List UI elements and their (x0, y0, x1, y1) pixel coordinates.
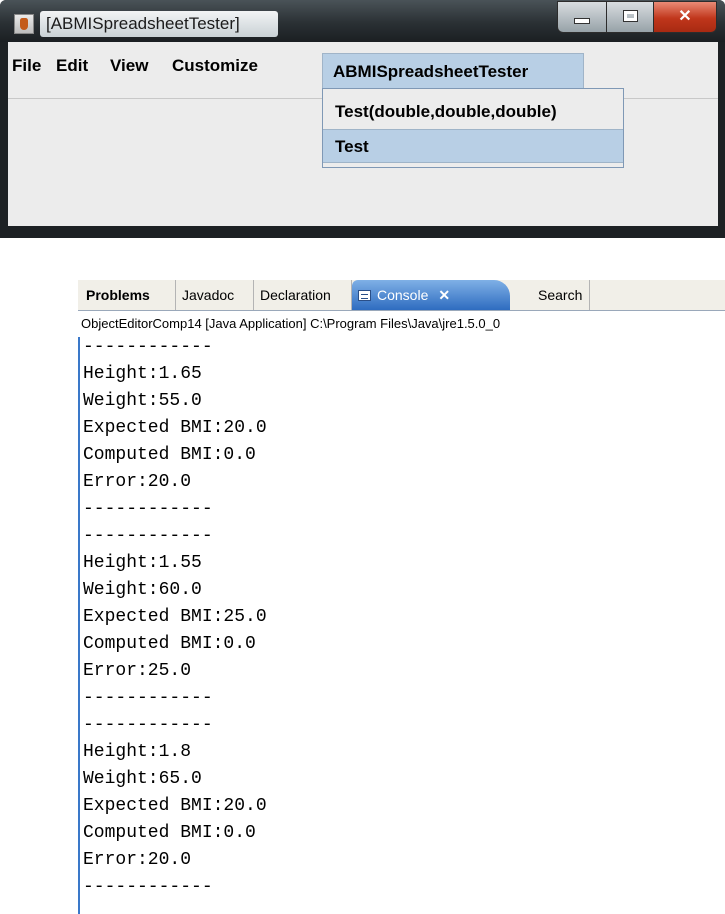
console-line: Error:25.0 (83, 661, 192, 681)
menu-file[interactable]: File (12, 56, 41, 76)
console-line: ------------ (83, 337, 213, 357)
console-line: Expected BMI:20.0 (83, 796, 267, 816)
tab-console[interactable]: Console ✕ (352, 280, 510, 310)
console-output[interactable]: ------------ Height:1.65 Weight:55.0 Exp… (78, 337, 725, 914)
console-line: Expected BMI:20.0 (83, 418, 267, 438)
app-window: [ABMISpreadsheetTester] ✕ File Edit View… (0, 0, 725, 238)
console-line: Height:1.8 (83, 742, 192, 762)
console-line: Weight:55.0 (83, 391, 202, 411)
console-line: Height:1.65 (83, 364, 202, 384)
menu-view[interactable]: View (110, 56, 148, 76)
console-line: Error:20.0 (83, 850, 192, 870)
close-tab-icon[interactable]: ✕ (438, 287, 450, 303)
dropdown-menu: Test(double,double,double) Test (322, 88, 624, 168)
console-line: ------------ (83, 688, 213, 708)
console-line: Expected BMI:25.0 (83, 607, 267, 627)
console-line: ------------ (83, 715, 213, 735)
console-line: Error:20.0 (83, 472, 192, 492)
tab-console-label: Console (377, 287, 429, 303)
console-line: ------------ (83, 499, 213, 519)
menu-item-test[interactable]: Test (323, 129, 623, 163)
tab-search[interactable]: Search (532, 280, 590, 310)
console-line: Weight:60.0 (83, 580, 202, 600)
close-button[interactable]: ✕ (653, 1, 717, 33)
menu-edit[interactable]: Edit (56, 56, 88, 76)
console-line: Height:1.55 (83, 553, 202, 573)
close-icon: ✕ (678, 8, 692, 25)
view-tab-bar: Problems Javadoc Declaration Console ✕ Se… (78, 280, 725, 311)
console-line: ------------ (83, 877, 213, 897)
console-icon (358, 290, 371, 301)
console-line: Computed BMI:0.0 (83, 445, 256, 465)
minimize-button[interactable] (557, 1, 607, 33)
console-line: Computed BMI:0.0 (83, 634, 256, 654)
console-line: Computed BMI:0.0 (83, 823, 256, 843)
minimize-icon (558, 8, 606, 29)
console-panel: Problems Javadoc Declaration Console ✕ Se… (78, 280, 725, 914)
window-title: [ABMISpreadsheetTester] (40, 11, 278, 37)
maximize-button[interactable] (606, 1, 654, 33)
tab-problems[interactable]: Problems (80, 280, 176, 310)
menu-abmispreadsheettester[interactable]: ABMISpreadsheetTester (322, 53, 584, 89)
title-bar[interactable]: [ABMISpreadsheetTester] ✕ (0, 0, 725, 42)
tab-declaration[interactable]: Declaration (254, 280, 352, 310)
maximize-icon (607, 8, 653, 26)
console-process-info: ObjectEditorComp14 [Java Application] C:… (81, 316, 501, 331)
menu-customize[interactable]: Customize (172, 56, 258, 76)
tab-javadoc[interactable]: Javadoc (176, 280, 254, 310)
console-line: Weight:65.0 (83, 769, 202, 789)
menu-item-test-params[interactable]: Test(double,double,double) (323, 95, 623, 129)
console-line: ------------ (83, 526, 213, 546)
java-icon (14, 14, 34, 34)
